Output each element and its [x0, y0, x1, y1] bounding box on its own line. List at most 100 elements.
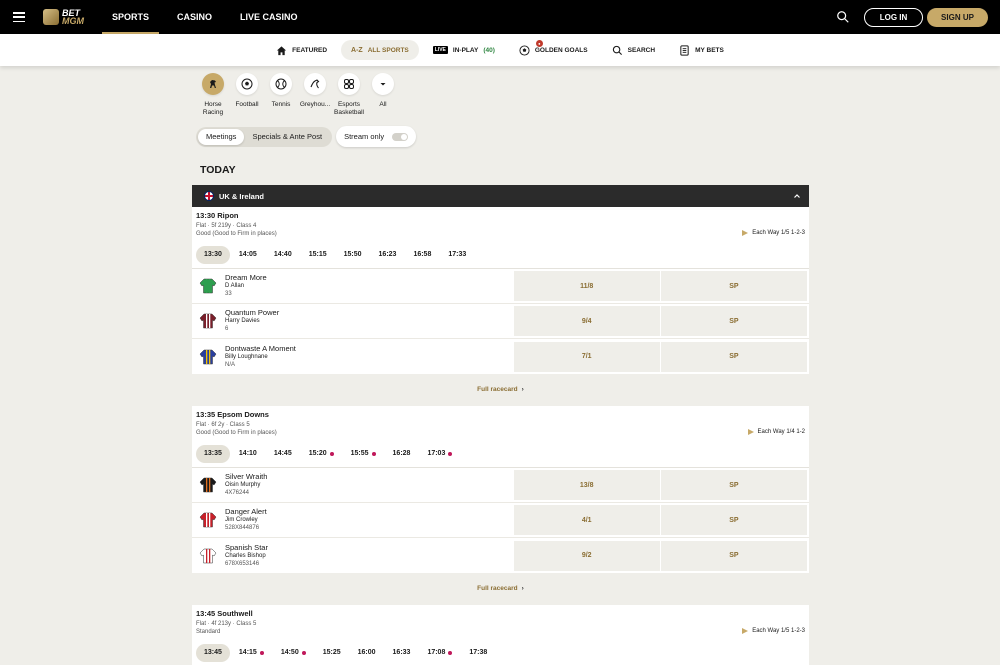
jockey-name: Oisin Murphy: [225, 482, 261, 488]
sp-button[interactable]: SP: [660, 470, 808, 500]
full-racecard-link[interactable]: Full racecard ›: [192, 585, 809, 592]
subnav-all-sports[interactable]: A-Z ALL SPORTS: [341, 40, 419, 60]
subnav-featured-label: FEATURED: [292, 46, 328, 54]
race-time-tab[interactable]: 14:05: [231, 246, 265, 264]
race-header[interactable]: 13:45 Southwell Flat · 4f 213y · Class 5 S…: [192, 605, 809, 639]
runner-form: 678X653146: [225, 560, 260, 567]
sp-button[interactable]: SP: [660, 540, 808, 571]
race-time-label: 15:50: [343, 251, 362, 258]
race-time-tab[interactable]: 15:15: [301, 246, 335, 264]
race-time-tab[interactable]: 15:25: [315, 644, 349, 662]
runner-info: Silver Wraith Oisin Murphy 4X76244: [225, 473, 514, 497]
race-time-tab[interactable]: 16:28: [385, 445, 419, 463]
race-time-label: 14:10: [238, 450, 257, 457]
signup-button[interactable]: SIGN UP: [927, 7, 988, 27]
race-time-tab[interactable]: 13:45: [196, 643, 230, 662]
odds-button[interactable]: 7/1: [513, 341, 660, 372]
race-time-label: 17:38: [469, 649, 488, 656]
jockey-silk-icon: [199, 312, 217, 330]
chevron-up-icon[interactable]: [793, 192, 801, 200]
race-time-tab[interactable]: 15:50: [336, 246, 370, 264]
sport-greyhounds[interactable]: Greyhou...: [298, 73, 332, 117]
region-header[interactable]: UK & Ireland: [192, 185, 809, 207]
chevron-right-icon: ›: [521, 386, 524, 393]
greyhound-icon: [310, 79, 320, 89]
each-way-terms: Each Way 1/4 1-2: [747, 429, 805, 435]
sport-tennis[interactable]: Tennis: [264, 73, 298, 117]
each-way-label: Each Way 1/5 1-2-3: [752, 628, 805, 634]
sport-all[interactable]: All: [366, 73, 400, 117]
login-button[interactable]: LOG IN: [864, 7, 923, 27]
race-going: Standard: [196, 629, 221, 635]
race-time-tab[interactable]: 15:20: [301, 445, 342, 463]
race-time-tab[interactable]: 17:03: [419, 445, 460, 463]
race-time-tab[interactable]: 15:55: [343, 445, 384, 463]
stream-only-toggle[interactable]: Stream only: [336, 126, 417, 147]
subnav-golden-goals[interactable]: ● GOLDEN GOALS: [509, 40, 598, 60]
jockey-silk-icon: [199, 476, 217, 494]
logo-text-bottom: MGM: [62, 16, 84, 26]
race-time-tab[interactable]: 14:45: [266, 445, 300, 463]
race-meta: Flat · 6f 2y · Class 5 Good (Good to Firm…: [196, 421, 809, 437]
race-time-tab[interactable]: 14:50: [273, 644, 314, 662]
race-time-tab[interactable]: 13:30: [196, 245, 230, 264]
subnav-featured[interactable]: FEATURED: [266, 40, 337, 60]
full-racecard-link[interactable]: Full racecard ›: [192, 386, 809, 393]
subnav-in-play[interactable]: LIVE IN-PLAY (40): [423, 40, 505, 60]
top-bar: BET MGM SPORTS CASINO LIVE CASINO LOG IN…: [0, 0, 1000, 34]
menu-icon[interactable]: [13, 12, 25, 22]
subnav-my-bets[interactable]: MY BETS: [669, 40, 734, 60]
each-way-label: Each Way 1/4 1-2: [757, 429, 805, 435]
odds-button[interactable]: 9/2: [513, 540, 660, 571]
live-stream-dot-icon: [301, 650, 306, 655]
sport-esports-basketball[interactable]: Esports Basketball: [332, 73, 366, 117]
jockey-name: Jim Crowley: [225, 517, 258, 523]
sport-label: Horse Racing: [202, 101, 224, 116]
play-icon: [742, 628, 749, 634]
race-time-label: 13:30: [204, 251, 222, 258]
race-time-label: 14:05: [238, 251, 257, 258]
runner-row: Silver Wraith Oisin Murphy 4X76244 13/8 SP: [192, 468, 809, 503]
race-time-tab[interactable]: 17:38: [461, 644, 495, 662]
race-header[interactable]: 13:30 Ripon Flat · 5f 219y · Class 4 Good …: [192, 207, 809, 241]
race-details: Flat · 5f 219y · Class 4: [196, 223, 257, 229]
jockey-silk-icon: [199, 547, 217, 565]
runner-form: 6: [225, 326, 229, 332]
search-icon[interactable]: [836, 10, 850, 24]
race-time-tab[interactable]: 14:10: [231, 445, 265, 463]
nav-live-casino[interactable]: LIVE CASINO: [230, 0, 308, 34]
odds-button[interactable]: 13/8: [513, 470, 660, 500]
sp-button[interactable]: SP: [660, 271, 808, 301]
race-time-tab[interactable]: 17:08: [419, 644, 460, 662]
race-time-tab[interactable]: 13:35: [196, 444, 230, 463]
odds-button[interactable]: 11/8: [513, 271, 660, 301]
jockey-name: D Allan: [225, 283, 245, 289]
odds-button[interactable]: 4/1: [513, 505, 660, 535]
race-time-label: 14:40: [273, 251, 292, 258]
jockey-silk-icon: [199, 511, 217, 529]
race-time-tab[interactable]: 17:33: [440, 246, 474, 264]
runner-name: Quantum Power: [225, 308, 280, 317]
sp-button[interactable]: SP: [660, 341, 808, 372]
logo[interactable]: BET MGM: [43, 9, 84, 26]
odds-button[interactable]: 9/4: [513, 306, 660, 336]
sp-button[interactable]: SP: [660, 306, 808, 336]
race-time-tab[interactable]: 16:00: [350, 644, 384, 662]
race-time-tab[interactable]: 16:23: [371, 246, 405, 264]
tab-meetings[interactable]: Meetings: [198, 128, 245, 145]
race-time-tab[interactable]: 16:58: [405, 246, 439, 264]
sp-button[interactable]: SP: [660, 505, 808, 535]
sport-football[interactable]: Football: [230, 73, 264, 117]
nav-sports[interactable]: SPORTS: [102, 0, 160, 34]
live-stream-dot-icon: [448, 451, 453, 456]
tennis-icon: [275, 78, 287, 90]
race-time-tab[interactable]: 14:15: [231, 644, 272, 662]
subnav-search[interactable]: SEARCH: [602, 40, 665, 60]
race-header[interactable]: 13:35 Epsom Downs Flat · 6f 2y · Class 5 G…: [192, 406, 809, 440]
race-time-tab[interactable]: 16:33: [385, 644, 419, 662]
sport-horse-racing[interactable]: Horse Racing: [196, 73, 230, 117]
tab-specials[interactable]: Specials & Ante Post: [244, 129, 330, 145]
nav-casino[interactable]: CASINO: [167, 0, 222, 34]
toggle-switch[interactable]: [392, 132, 409, 141]
race-time-tab[interactable]: 14:40: [266, 246, 300, 264]
